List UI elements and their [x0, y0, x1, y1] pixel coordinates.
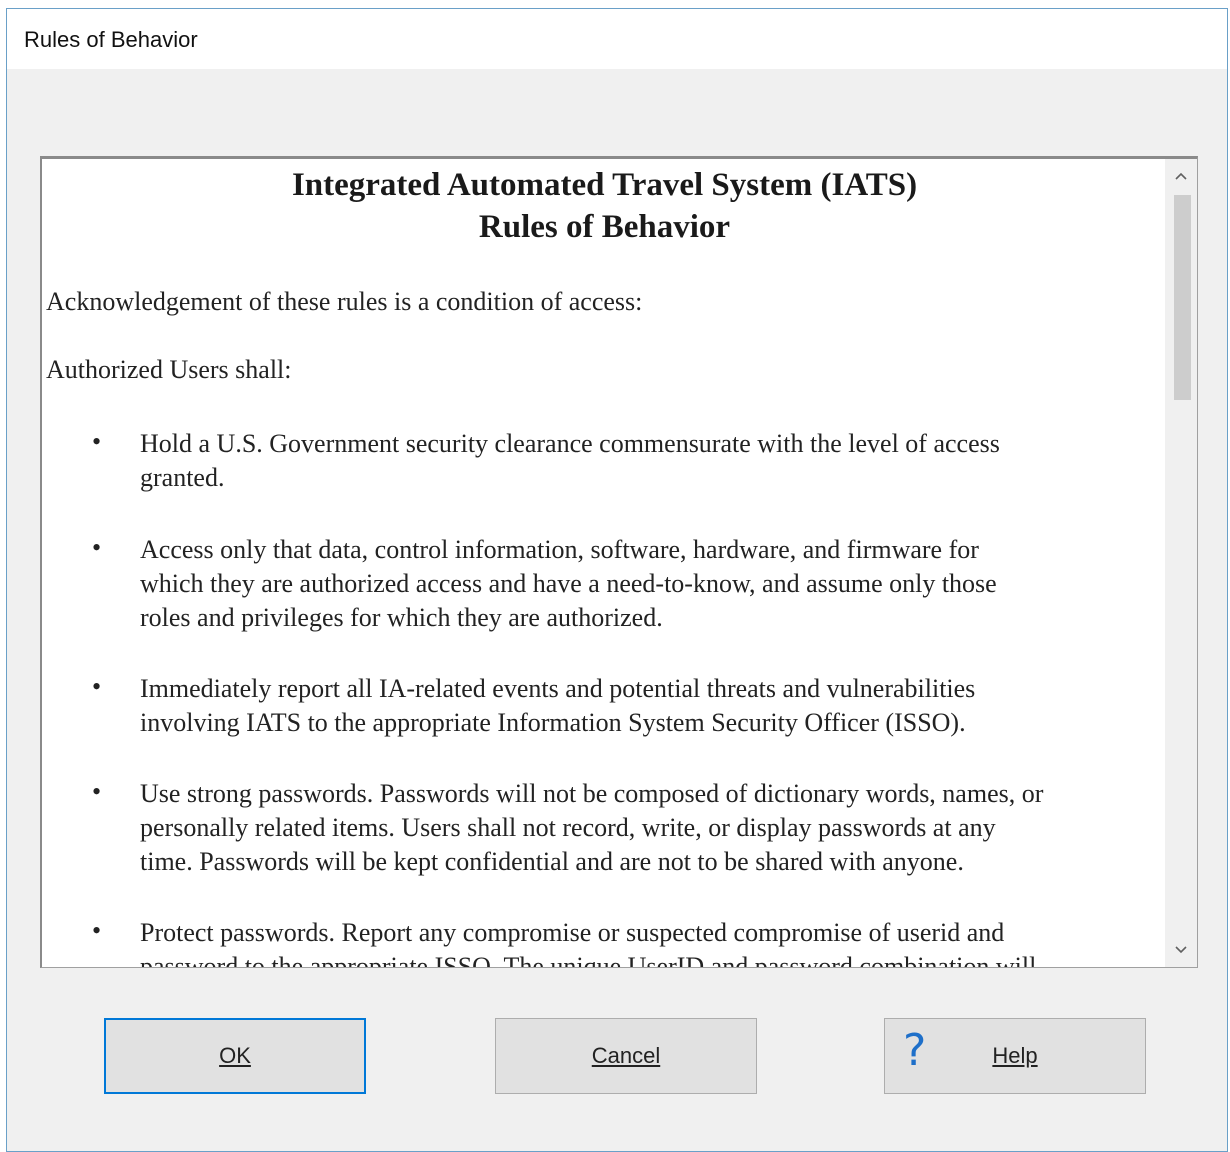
cancel-button[interactable]: Cancel [495, 1018, 757, 1094]
bullet-marker: • [92, 427, 102, 456]
help-button-label: Help [992, 1043, 1038, 1068]
bullet-item: Immediately report all IA-related events… [140, 672, 1167, 740]
bullet-line: password to the appropriate ISSO. The un… [140, 952, 1037, 967]
bullet-line: personally related items. Users shall no… [140, 813, 996, 842]
rules-of-behavior-dialog: Rules of Behavior Integrated Automated T… [6, 8, 1228, 1152]
authorized-users-heading: Authorized Users shall: [46, 355, 292, 384]
scroll-thumb[interactable] [1174, 195, 1191, 400]
bullet-marker: • [92, 533, 102, 562]
bullet-line: which they are authorized access and hav… [140, 569, 997, 598]
ok-button-label: OK [219, 1043, 251, 1068]
chevron-up-icon[interactable] [1165, 161, 1197, 191]
bullet-item: Hold a U.S. Government security clearanc… [140, 427, 1167, 495]
bullet-marker: • [92, 916, 102, 945]
help-button[interactable]: ? Help [884, 1018, 1146, 1094]
bullet-marker: • [92, 672, 102, 701]
bullet-line: granted. [140, 463, 225, 492]
bullet-line: Protect passwords. Report any compromise… [140, 918, 1005, 947]
bullet-line: time. Passwords will be kept confidentia… [140, 847, 964, 876]
bullet-line: Use strong passwords. Passwords will not… [140, 779, 1044, 808]
bullet-item: Access only that data, control informati… [140, 533, 1167, 635]
bullet-marker: • [92, 777, 102, 806]
title-bar[interactable]: Rules of Behavior [7, 9, 1227, 69]
rules-document-viewer[interactable]: Integrated Automated Travel System (IATS… [40, 156, 1198, 968]
window-title: Rules of Behavior [24, 27, 198, 52]
bullet-line: involving IATS to the appropriate Inform… [140, 708, 966, 737]
bullet-line: Access only that data, control informati… [140, 535, 979, 564]
cancel-button-label: Cancel [591, 1043, 661, 1068]
ok-button[interactable]: OK [104, 1018, 366, 1094]
chevron-down-icon[interactable] [1165, 935, 1197, 965]
bullet-item: Use strong passwords. Passwords will not… [140, 777, 1167, 879]
document-title-line2: Rules of Behavior [478, 209, 731, 245]
vertical-scrollbar[interactable] [1165, 159, 1197, 967]
bullet-line: roles and privileges for which they are … [140, 603, 663, 632]
bullet-item: Protect passwords. Report any compromise… [140, 916, 1167, 967]
intro-paragraph: Acknowledgement of these rules is a cond… [46, 287, 643, 316]
bullet-line: Immediately report all IA-related events… [140, 674, 976, 703]
bullet-line: Hold a U.S. Government security clearanc… [140, 429, 1000, 458]
question-mark-icon: ? [903, 1025, 927, 1076]
rules-document: Integrated Automated Travel System (IATS… [42, 159, 1167, 967]
document-title-line1: Integrated Automated Travel System (IATS… [291, 167, 918, 203]
